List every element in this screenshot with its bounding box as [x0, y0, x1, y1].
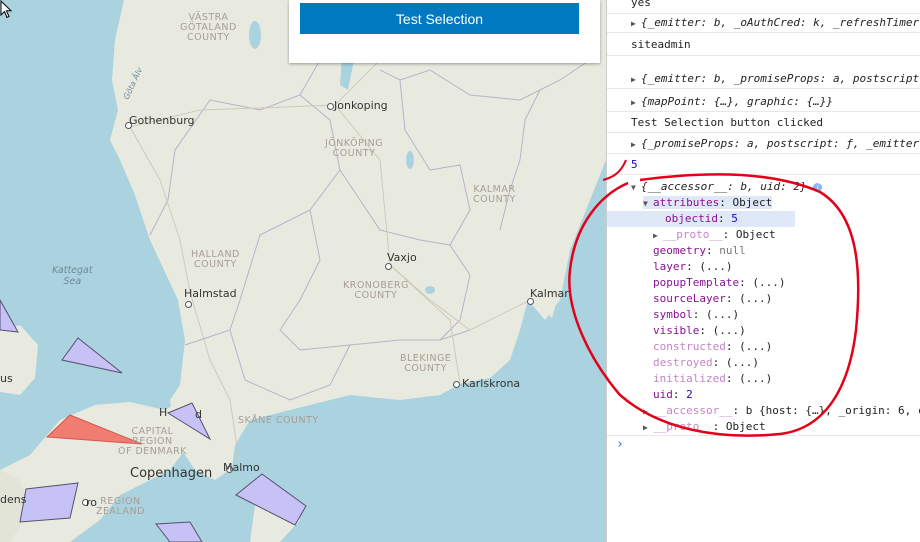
- city-marker: [385, 263, 392, 270]
- expand-arrow-icon[interactable]: ▶: [643, 420, 653, 435]
- console-object-line[interactable]: ▶ {_emitter: b, _promiseProps: a, postscr…: [607, 70, 920, 89]
- edge-label: us: [0, 372, 13, 385]
- console-prop-line[interactable]: constructed: (...): [607, 339, 920, 355]
- console-log-line: Test Selection button clicked: [607, 114, 920, 133]
- console-prop-line[interactable]: ▶ __proto__: Object: [607, 419, 920, 436]
- info-icon[interactable]: i: [813, 183, 823, 192]
- region-label: KALMAR COUNTY: [473, 184, 516, 205]
- console-prop-line: objectid: 5: [607, 211, 795, 227]
- expand-arrow-icon[interactable]: ▶: [643, 404, 653, 419]
- console-prop-line[interactable]: ▶ __proto__: Object: [607, 227, 920, 243]
- city-label-halmstad: Halmstad: [184, 287, 237, 300]
- console-prop-line[interactable]: destroyed: (...): [607, 355, 920, 371]
- polygon-graphic: [61, 337, 123, 374]
- test-selection-button[interactable]: Test Selection: [300, 3, 579, 34]
- city-marker: [327, 103, 334, 110]
- console-prop-line[interactable]: ▶ __accessor__: b {host: {…}, _origin: 6,…: [607, 403, 920, 419]
- city-label-karlskrona: Karlskrona: [462, 377, 521, 390]
- city-marker: [453, 381, 460, 388]
- region-label: SKÅNE COUNTY: [238, 415, 319, 426]
- edge-label: dens: [0, 493, 27, 506]
- expand-arrow-icon[interactable]: ▶: [631, 94, 641, 111]
- region-label: VÄSTRA GÖTALAND COUNTY: [180, 12, 237, 43]
- console-prop-line[interactable]: layer: (...): [607, 259, 920, 275]
- console-prompt-icon[interactable]: ›: [616, 437, 624, 452]
- polygon-graphic: [19, 482, 79, 523]
- console-object-line[interactable]: ▶ {mapPoint: {…}, graphic: {…}}: [607, 93, 920, 112]
- console-object-line[interactable]: ▶ {_emitter: b, _oAuthCred: k, _refreshTi…: [607, 14, 920, 33]
- region-label: JÖNKÖPING COUNTY: [325, 138, 384, 159]
- console-prop-line[interactable]: popupTemplate: (...): [607, 275, 920, 291]
- city-label-kalmar: Kalmar: [530, 287, 569, 300]
- polygon-graphic: [155, 521, 203, 542]
- map-view[interactable]: Gothenburg Jonkoping Vaxjo Halmstad Kalm…: [0, 0, 606, 542]
- console-prop-line[interactable]: symbol: (...): [607, 307, 920, 323]
- city-label-fragment: H: [159, 406, 168, 419]
- city-label-vaxjo: Vaxjo: [387, 251, 417, 264]
- devtools-console[interactable]: yes ▶ {_emitter: b, _oAuthCred: k, _refre…: [606, 0, 920, 542]
- region-label: BLEKINGE COUNTY: [400, 353, 452, 374]
- console-prop-line[interactable]: visible: (...): [607, 323, 920, 339]
- region-label: REGION ZEALAND: [96, 496, 145, 517]
- console-log-line: siteadmin: [607, 35, 920, 56]
- console-object-line[interactable]: ▶ {_promiseProps: a, postscript: ƒ, _emit…: [607, 135, 920, 154]
- city-label-gothenburg: Gothenburg: [129, 114, 195, 127]
- expand-arrow-icon[interactable]: ▶: [631, 71, 641, 88]
- expand-arrow-icon[interactable]: ▶: [653, 228, 663, 243]
- console-prop-line[interactable]: ▼ attributes: Object: [607, 195, 920, 211]
- city-marker: [185, 301, 192, 308]
- city-label-fragment: d: [195, 408, 202, 421]
- console-prop-line: geometry: null: [653, 244, 746, 257]
- mouse-cursor-icon: [0, 0, 13, 19]
- region-label: KRONOBERG COUNTY: [343, 280, 409, 301]
- city-label-jonkoping: Jonkoping: [334, 99, 388, 112]
- polygon-graphic: [0, 298, 19, 333]
- city-label-malmo: Malmo: [223, 461, 260, 474]
- console-prop-line: uid: 2: [653, 388, 693, 401]
- region-label: HALLAND COUNTY: [191, 249, 240, 270]
- region-label: CAPITAL REGION OF DENMARK: [118, 426, 187, 457]
- city-label-copenhagen: Copenhagen: [130, 466, 213, 481]
- water-label: Kattegat Sea: [52, 265, 93, 287]
- collapse-arrow-icon[interactable]: ▼: [643, 196, 653, 211]
- console-number-line: 5: [607, 156, 920, 175]
- widget-panel: Test Selection: [289, 0, 600, 63]
- console-prop-line[interactable]: initialized: (...): [607, 371, 920, 387]
- console-log-line: yes: [607, 0, 920, 14]
- expand-arrow-icon[interactable]: ▶: [631, 136, 641, 153]
- expand-arrow-icon[interactable]: ▶: [631, 15, 641, 32]
- console-object-expanded[interactable]: ▼ {__accessor__: b, uid: 2} i: [607, 178, 920, 195]
- edge-label: ro: [86, 496, 98, 509]
- collapse-arrow-icon[interactable]: ▼: [631, 179, 641, 195]
- console-prop-line[interactable]: sourceLayer: (...): [607, 291, 920, 307]
